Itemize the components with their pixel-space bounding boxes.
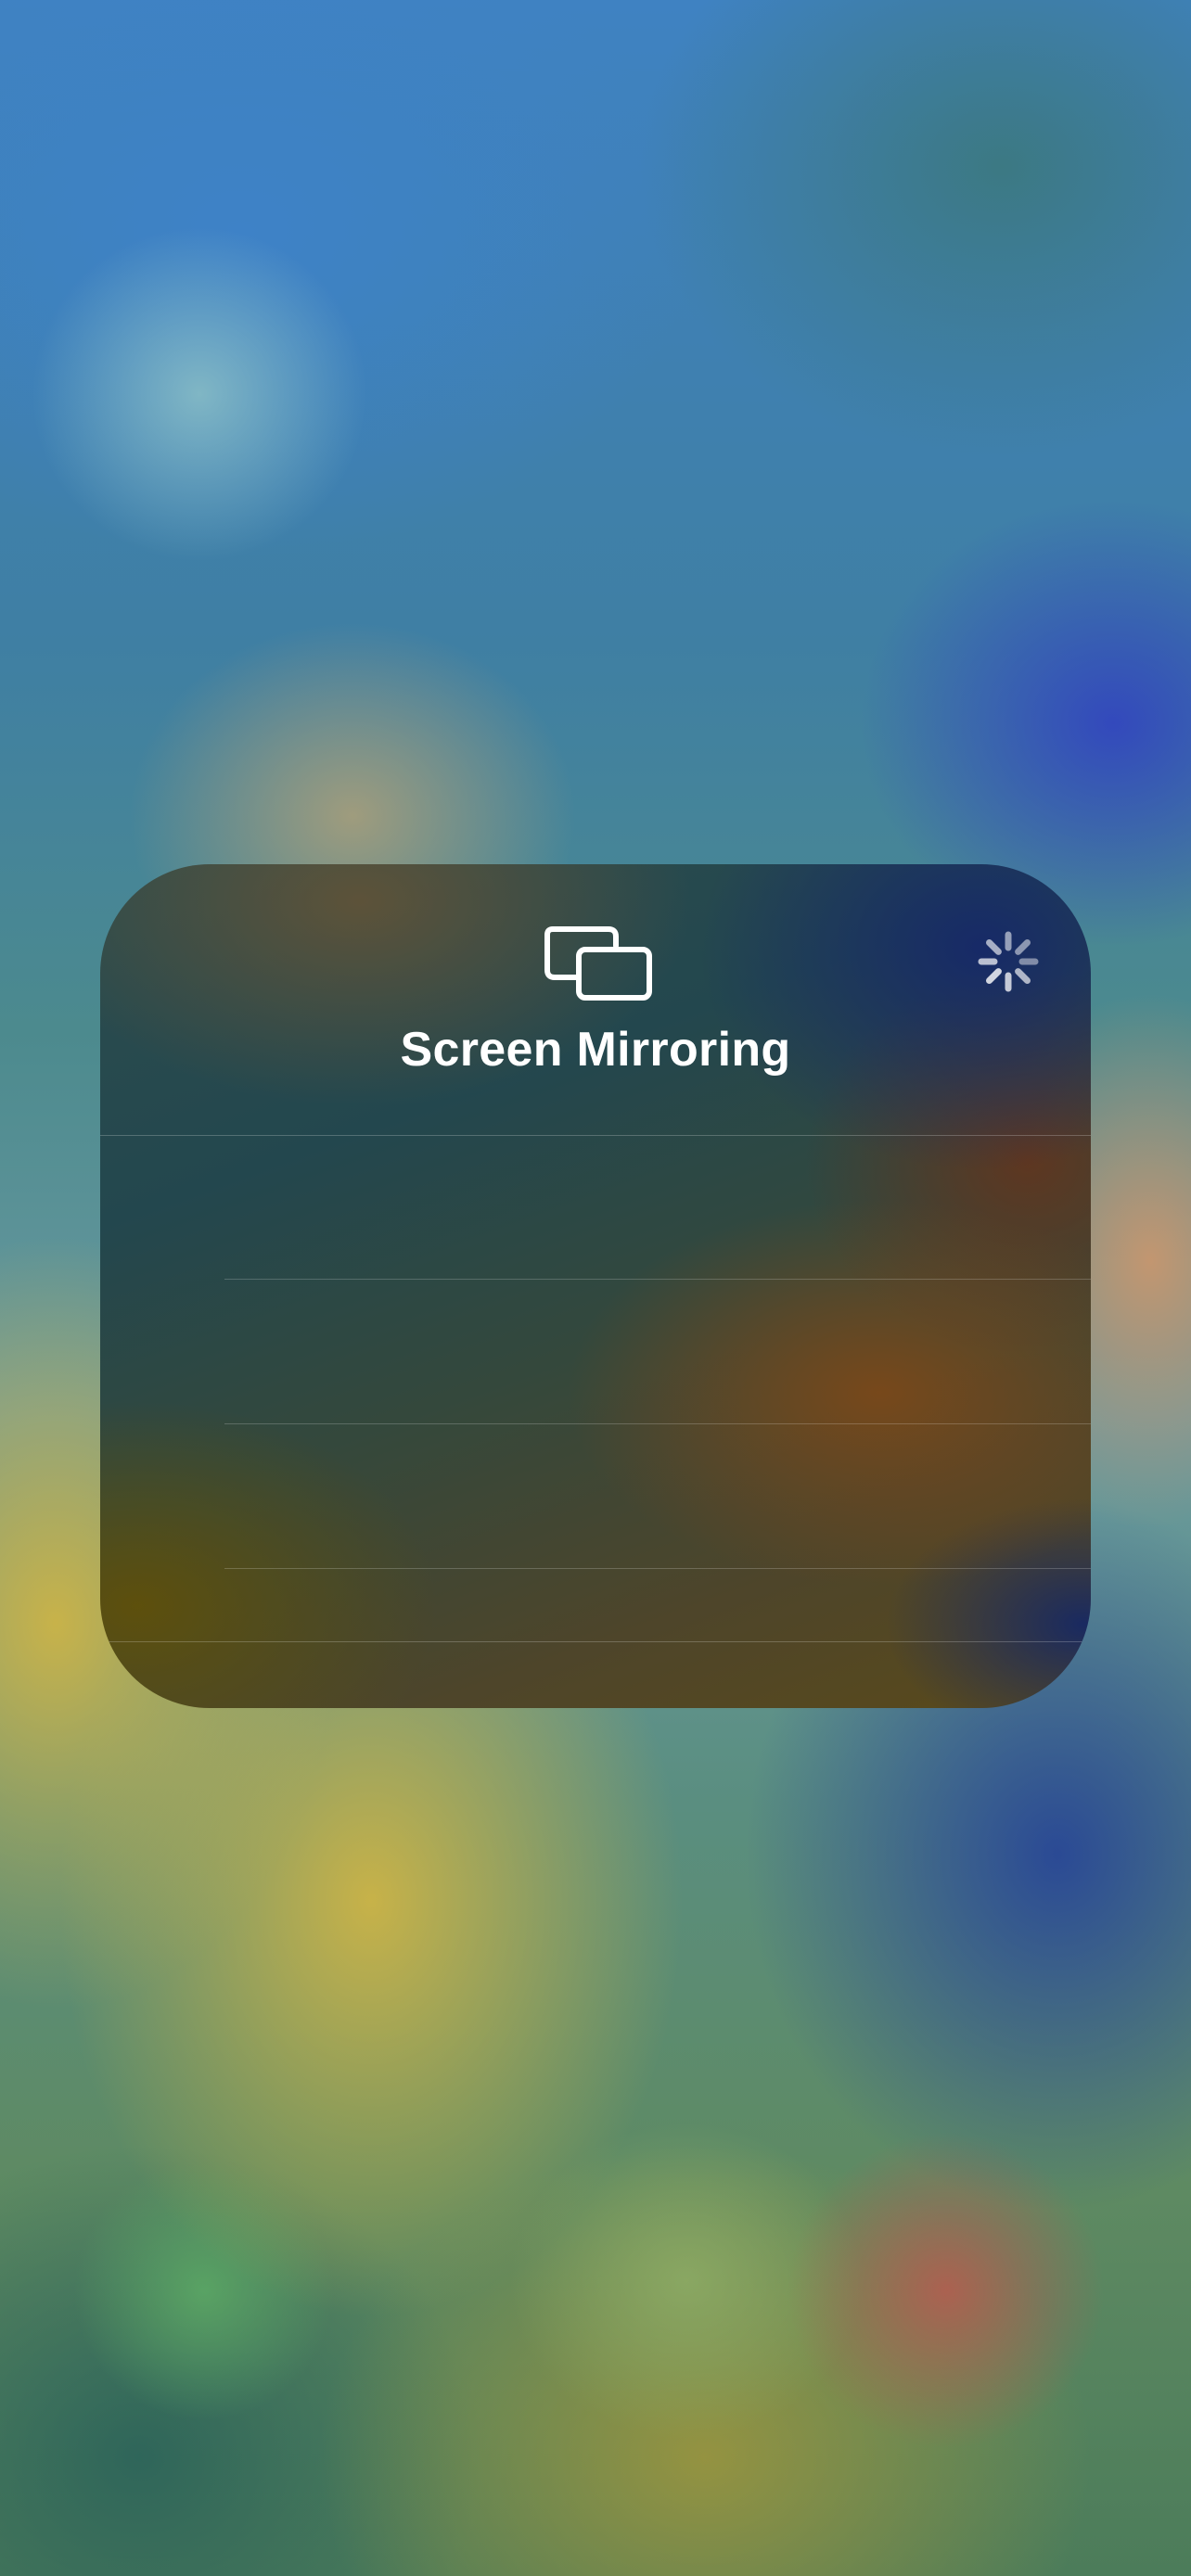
screen-mirroring-icon [544, 926, 652, 1001]
panel-header: Screen Mirroring [100, 864, 1091, 1136]
panel-title: Screen Mirroring [400, 1023, 791, 1077]
panel-footer [100, 1643, 1091, 1708]
screen-mirroring-panel: Screen Mirroring [100, 864, 1091, 1708]
device-row[interactable] [224, 1280, 1091, 1424]
device-row[interactable] [224, 1424, 1091, 1569]
loading-spinner-icon [978, 931, 1039, 992]
device-list [100, 1135, 1091, 1642]
device-row[interactable] [224, 1135, 1091, 1280]
